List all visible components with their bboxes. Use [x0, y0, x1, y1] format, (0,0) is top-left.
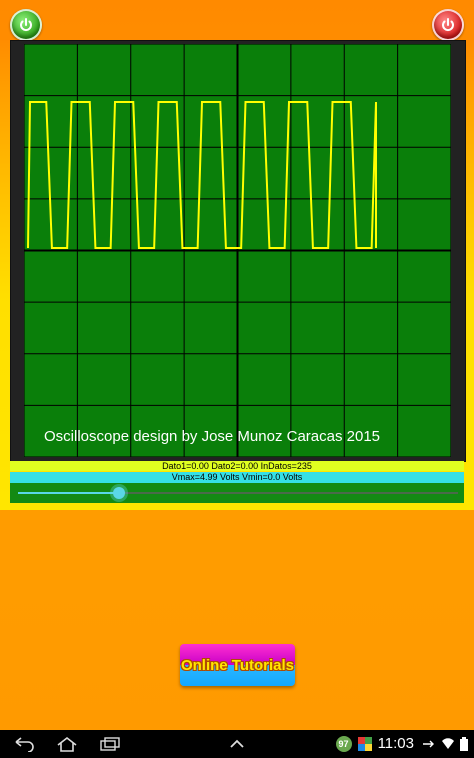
online-tutorials-button[interactable]: Online Tutorials — [180, 644, 295, 686]
voltage-readout: Vmax=4.99 Volts Vmin=0.0 Volts — [10, 472, 464, 483]
recents-icon[interactable] — [99, 736, 123, 752]
power-button-green[interactable] — [10, 9, 42, 41]
chevron-up-icon[interactable] — [228, 736, 246, 752]
home-icon[interactable] — [56, 736, 78, 752]
credit-text: Oscilloscope design by Jose Munoz Caraca… — [44, 428, 381, 445]
link-icon — [423, 740, 434, 747]
battery-icon — [460, 736, 468, 751]
slider-container — [10, 483, 464, 503]
power-button-red[interactable] — [432, 9, 464, 41]
back-icon[interactable] — [14, 736, 36, 752]
slider-thumb[interactable] — [113, 487, 126, 499]
slider-fill — [18, 492, 120, 494]
system-nav-bar: 97 11:03 — [0, 730, 474, 758]
oscilloscope-grid — [24, 44, 451, 457]
power-icon — [442, 18, 454, 31]
slider-track[interactable] — [18, 492, 458, 494]
oscilloscope-screen — [24, 44, 451, 457]
wifi-icon — [442, 737, 454, 749]
waveform-trace — [27, 101, 377, 249]
power-icon — [20, 18, 32, 31]
clock: 11:03 — [377, 735, 414, 752]
notification-badge: 97 — [335, 735, 352, 752]
app-notification-icon — [357, 736, 372, 751]
status-area: 97 11:03 — [335, 735, 468, 752]
data-readout: Dato1=0.00 Dato2=0.00 InDatos=235 — [10, 461, 464, 471]
